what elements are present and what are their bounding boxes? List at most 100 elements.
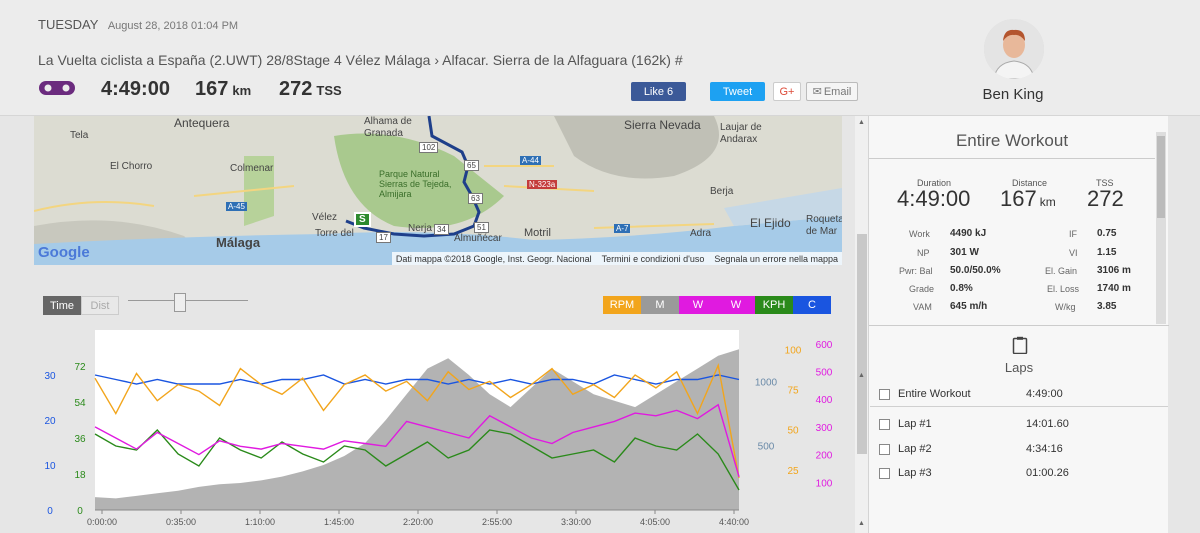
axis-tick-label: 300 — [816, 423, 833, 434]
route-marker: 63 — [468, 193, 483, 204]
page-scrollbar[interactable]: ▲ ▲ ▲ — [855, 116, 869, 533]
map-place-label: El Chorro — [110, 161, 153, 172]
legend-label: W — [730, 299, 742, 311]
map-place-label: Torre del Mar — [315, 228, 355, 239]
legend-label: M — [655, 299, 665, 311]
axis-tick-label: 50 — [787, 426, 799, 437]
metric-label: Work — [909, 229, 930, 239]
route-map[interactable]: Antequera Alhama de Granada Tela Colmena… — [34, 116, 842, 265]
time-label: Time — [49, 299, 75, 312]
lap-checkbox[interactable] — [879, 388, 890, 400]
workout-title: Entire Workout — [955, 131, 1069, 150]
google-plus-button[interactable]: G+ — [773, 82, 801, 101]
x-tick-label: 2:55:00 — [482, 517, 512, 527]
axis-tick-label: 36 — [74, 434, 86, 445]
route-marker: 102 — [419, 142, 439, 153]
lap-row[interactable]: Lap #3 01:00.26 — [879, 463, 1155, 483]
tss-value: 272 — [279, 78, 313, 100]
dist-toggle[interactable]: Dist — [81, 296, 119, 315]
route-marker: 17 — [376, 232, 391, 243]
x-tick-label: 0:00:00 — [87, 517, 117, 527]
tweet-button[interactable]: Tweet — [710, 82, 765, 101]
legend-label: C — [808, 299, 816, 311]
scroll-marker: ▲ — [858, 372, 865, 379]
tss-stat: 272 — [1087, 186, 1124, 211]
road-label: N-323a — [527, 180, 558, 189]
map-place-label: Málaga — [216, 235, 261, 250]
lap-checkbox[interactable] — [879, 467, 890, 479]
activity-date: TUESDAY August 28, 2018 01:04 PM — [38, 17, 238, 32]
avatar[interactable] — [984, 19, 1044, 79]
map-place-label: Colmenar — [230, 163, 274, 174]
axis-tick-label: 600 — [816, 340, 833, 351]
map-place-label: Laujar de Andarax — [720, 122, 762, 145]
slider-handle[interactable] — [174, 293, 186, 312]
metric-value: 1.15 — [1097, 247, 1117, 258]
orange-axis: 25 50 75 100 — [785, 345, 802, 477]
scroll-up-arrow[interactable]: ▲ — [858, 119, 865, 126]
blue-axis: 0 10 20 30 — [44, 371, 56, 517]
lap-row[interactable]: Lap #1 14:01.60 — [879, 414, 1155, 434]
axis-tick-label: 54 — [74, 398, 86, 409]
lap-time: 4:34:16 — [1026, 443, 1063, 455]
scroll-down-arrow[interactable]: ▲ — [858, 520, 865, 527]
google-logo: Google — [38, 244, 90, 261]
map-place-label: Sierra Nevada — [624, 118, 701, 132]
start-marker[interactable]: S — [354, 212, 371, 227]
legend-m-button[interactable]: M — [641, 296, 679, 314]
map-place-label: Antequera — [174, 116, 230, 130]
athlete-photo — [984, 19, 1044, 79]
zoom-slider[interactable] — [128, 293, 248, 313]
tss-unit: TSS — [316, 83, 342, 98]
route-marker: 51 — [474, 222, 489, 233]
legend-kph-button[interactable]: KPH — [755, 296, 793, 314]
athlete-name[interactable]: Ben King — [970, 86, 1056, 103]
road-label: A-45 — [226, 202, 247, 211]
lap-checkbox[interactable] — [879, 443, 890, 455]
x-tick-label: 2:20:00 — [403, 517, 433, 527]
legend-label: KPH — [762, 299, 786, 311]
lap-row[interactable]: Lap #2 4:34:16 — [879, 439, 1155, 459]
axis-tick-label: 18 — [74, 470, 86, 481]
dist-label: Dist — [90, 299, 110, 312]
legend-w-button[interactable]: W — [717, 296, 755, 314]
axis-tick-label: 500 — [816, 368, 833, 379]
lap-name: Lap #3 — [898, 467, 932, 479]
summary-scrollbar[interactable] — [1156, 132, 1166, 324]
activity-title: La Vuelta ciclista a España (2.UWT) 28/8… — [38, 52, 683, 68]
legend-w-button[interactable]: W — [679, 296, 717, 314]
terms-link[interactable]: Termini e condizioni d'uso — [602, 254, 705, 264]
metric-label: El. Loss — [1047, 284, 1080, 294]
laps-separator — [870, 406, 1168, 407]
lap-name: Entire Workout — [898, 388, 971, 400]
scroll-thumb[interactable] — [857, 234, 867, 454]
date-day: TUESDAY — [38, 17, 99, 32]
activity-header: TUESDAY August 28, 2018 01:04 PM La Vuel… — [0, 0, 1200, 116]
route-marker: 34 — [434, 224, 449, 235]
map-place-label: Nerja — [408, 223, 432, 234]
time-toggle[interactable]: Time — [43, 296, 81, 315]
axis-tick-label: 1000 — [755, 377, 778, 388]
lap-row[interactable]: Entire Workout 4:49:00 — [879, 384, 1155, 404]
report-error-link[interactable]: Segnala un errore nella mappa — [714, 254, 838, 264]
axis-tick-label: 0 — [47, 506, 53, 517]
legend-c-button[interactable]: C — [793, 296, 831, 314]
lap-checkbox[interactable] — [879, 418, 890, 430]
axis-tick-label: 400 — [816, 395, 833, 406]
metric-value: 3106 m — [1097, 265, 1131, 276]
duration-stat: 4:49:00 — [897, 186, 971, 211]
legend-rpm-button[interactable]: RPM — [603, 296, 641, 314]
metric-value: 1740 m — [1097, 283, 1131, 294]
map-credits: Dati mappa ©2018 Google, Inst. Geogr. Na… — [391, 252, 842, 265]
workout-chart[interactable]: 0102030 018365472 5001000 255075100 1002… — [36, 322, 842, 528]
email-button[interactable]: ✉ Email — [806, 82, 858, 101]
map-place-label: Alhama de Granada — [364, 116, 412, 139]
bike-chain-icon — [39, 81, 75, 95]
axis-tick-label: 10 — [44, 461, 56, 472]
facebook-like-button[interactable]: Like 6 — [631, 82, 686, 101]
metric-value: 0.75 — [1097, 228, 1117, 239]
map-place-label: Vélez — [312, 212, 338, 223]
distance-stat: 167 — [1000, 186, 1037, 211]
metric-value: 0.8% — [950, 283, 973, 294]
summary-scroll-thumb[interactable] — [1157, 136, 1165, 218]
